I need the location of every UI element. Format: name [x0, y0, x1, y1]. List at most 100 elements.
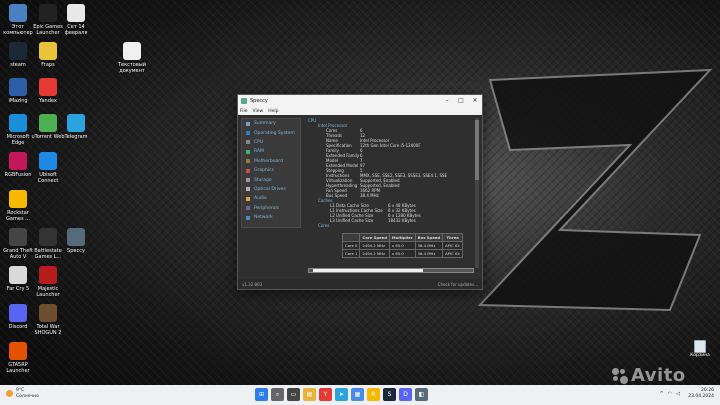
- weather-desc: Солнечно: [16, 393, 39, 399]
- sidebar-item-label: Motherboard: [254, 158, 283, 164]
- sidebar-item-audio[interactable]: Audio: [242, 194, 300, 203]
- core-table-cell: APIC ID:: [442, 241, 464, 250]
- avito-text: Avito: [631, 365, 686, 386]
- menu-view[interactable]: View: [253, 109, 264, 114]
- task-view-icon[interactable]: ▭: [287, 388, 300, 401]
- sidebar-item-summary[interactable]: Summary: [242, 119, 300, 128]
- recycle-bin[interactable]: Корзина: [690, 340, 710, 358]
- desktop-icon[interactable]: Этот компьютер: [3, 4, 33, 36]
- majestic-icon: [39, 266, 57, 284]
- desktop-icon-label: Telegram: [64, 134, 88, 140]
- battlestate-icon: [39, 228, 57, 246]
- clock-date: 23.04.2024: [688, 394, 714, 399]
- horizontal-scrollbar[interactable]: [308, 268, 474, 273]
- minimize-button[interactable]: –: [440, 95, 454, 107]
- cpu-details-panel[interactable]: CPU Intel Processor Cores 6 Threads 12 Name Int…: [306, 118, 478, 274]
- desktop-icon[interactable]: Microsoft Edge: [4, 114, 32, 146]
- sidebar-item-ram[interactable]: RAM: [242, 147, 300, 156]
- sidebar-item-label: Optical Drives: [254, 186, 286, 192]
- desktop-icon[interactable]: Ubisoft Connect: [34, 152, 62, 184]
- sidebar-item-graphics[interactable]: Graphics: [242, 166, 300, 175]
- speccy-app-icon: [241, 98, 247, 104]
- sidebar-item-motherboard[interactable]: Motherboard: [242, 157, 300, 166]
- detail-key: Cores: [318, 223, 330, 228]
- menu-file[interactable]: File: [240, 109, 248, 114]
- telegram-icon[interactable]: ➤: [335, 388, 348, 401]
- sidebar-item-label: Operating System: [254, 130, 295, 136]
- speccy-icon[interactable]: ◧: [415, 388, 428, 401]
- sidebar-item-peripherals[interactable]: Peripherals: [242, 204, 300, 213]
- version-label: v1.32.803: [242, 281, 263, 287]
- yandex-browser-icon[interactable]: Y: [319, 388, 332, 401]
- imazing-icon: [9, 78, 27, 96]
- desktop-icon-label: Ubisoft Connect: [37, 172, 59, 184]
- desktop-icon[interactable]: Far Cry 5: [4, 266, 32, 292]
- sidebar-item-storage[interactable]: Storage: [242, 175, 300, 184]
- desktop-icon[interactable]: Discord: [4, 304, 32, 330]
- desktop-icon[interactable]: iMazing: [4, 78, 32, 104]
- sidebar-item-optical-drives[interactable]: Optical Drives: [242, 185, 300, 194]
- desktop-icon[interactable]: Yandex: [34, 78, 62, 104]
- maximize-button[interactable]: □: [454, 95, 468, 107]
- sidebar-item-icon: [246, 178, 250, 183]
- desktop-icon[interactable]: GTA5RP Launcher: [4, 342, 32, 374]
- yandex-icon: [39, 78, 57, 96]
- discord-icon[interactable]: D: [399, 388, 412, 401]
- sidebar-item-icon: [246, 187, 250, 192]
- desktop-icon[interactable]: Battlestate Games L...: [34, 228, 62, 260]
- table-row: Core 0 2494.2 MHz x 65.0 38.4 MHz APIC ID:: [341, 241, 464, 250]
- search-icon[interactable]: ⌕: [271, 388, 284, 401]
- core-table-cell: 38.4 MHz: [414, 249, 444, 258]
- desktop-icon[interactable]: Fraps: [34, 42, 62, 68]
- rockstar-icon[interactable]: R: [367, 388, 380, 401]
- core-table-header: Core Speed: [359, 233, 390, 242]
- sidebar-item-cpu[interactable]: CPU: [242, 138, 300, 147]
- desktop-icon[interactable]: steam: [4, 42, 32, 68]
- clock[interactable]: 20:26 23.04.2024: [688, 388, 714, 400]
- desktop-icon[interactable]: Текстовый документ: [118, 42, 146, 74]
- volume-icon[interactable]: ◁: [676, 391, 680, 397]
- sidebar-item-label: CPU: [254, 139, 264, 145]
- recycle-bin-icon: [694, 340, 706, 353]
- desktop-icon[interactable]: Grand Theft Auto V: [3, 228, 33, 260]
- sidebar-item-label: Summary: [254, 121, 276, 127]
- desktop-icon-label: Текстовый документ: [117, 62, 146, 74]
- desktop-icon[interactable]: RGBFusion: [4, 152, 32, 178]
- title-bar[interactable]: Speccy – □ ✕: [238, 95, 482, 107]
- document-icon: [67, 4, 85, 22]
- shogun-icon: [39, 304, 57, 322]
- desktop-icon[interactable]: Speccy: [62, 228, 90, 254]
- windows-start-icon[interactable]: ⊞: [255, 388, 268, 401]
- speccy-window[interactable]: Speccy – □ ✕ File View Help Summary Opera…: [237, 94, 483, 290]
- desktop-icon[interactable]: Telegram: [62, 114, 90, 140]
- weather-widget[interactable]: 9°C Солнечно: [6, 388, 39, 399]
- steam-icon[interactable]: S: [383, 388, 396, 401]
- wifi-icon[interactable]: ◠: [668, 391, 672, 397]
- fraps-icon: [39, 42, 57, 60]
- sidebar-item-network[interactable]: Network: [242, 213, 300, 222]
- close-button[interactable]: ✕: [468, 95, 482, 107]
- ms-store-icon[interactable]: ▦: [351, 388, 364, 401]
- core-table-header: Threa: [442, 233, 464, 242]
- menu-help[interactable]: Help: [268, 109, 278, 114]
- file-explorer-icon[interactable]: ▤: [303, 388, 316, 401]
- sidebar-item-label: Network: [254, 215, 273, 221]
- desktop-icon-label: GTA5RP Launcher: [6, 362, 30, 374]
- ubisoft-icon: [39, 152, 57, 170]
- edge-icon: [9, 114, 27, 132]
- desktop-icon-label: Rockstar Games ...: [6, 210, 30, 222]
- core-table-cell: 2494.2 MHz: [359, 249, 390, 258]
- core-table-cell: Core 1: [341, 249, 361, 258]
- sidebar-item-label: Peripherals: [254, 205, 280, 211]
- taskbar-apps: ⊞ ⌕ ▭ ▤ Y ➤ ▦ R S D ◧: [255, 388, 428, 401]
- chevron-up-icon[interactable]: ^: [660, 391, 664, 397]
- vertical-scrollbar[interactable]: [475, 118, 479, 268]
- desktop-icon[interactable]: Rockstar Games ...: [4, 190, 32, 222]
- desktop-icon[interactable]: Total War SHOGUN 2: [34, 304, 62, 336]
- sun-icon: [6, 390, 13, 397]
- sidebar-item-label: RAM: [254, 149, 264, 155]
- sidebar-item-operating-system[interactable]: Operating System: [242, 128, 300, 137]
- check-updates-link[interactable]: Check for updates...: [438, 282, 478, 287]
- desktop-icon[interactable]: Majestic Launcher: [34, 266, 62, 298]
- desktop-icon[interactable]: Сет 14 февраля: [62, 4, 90, 36]
